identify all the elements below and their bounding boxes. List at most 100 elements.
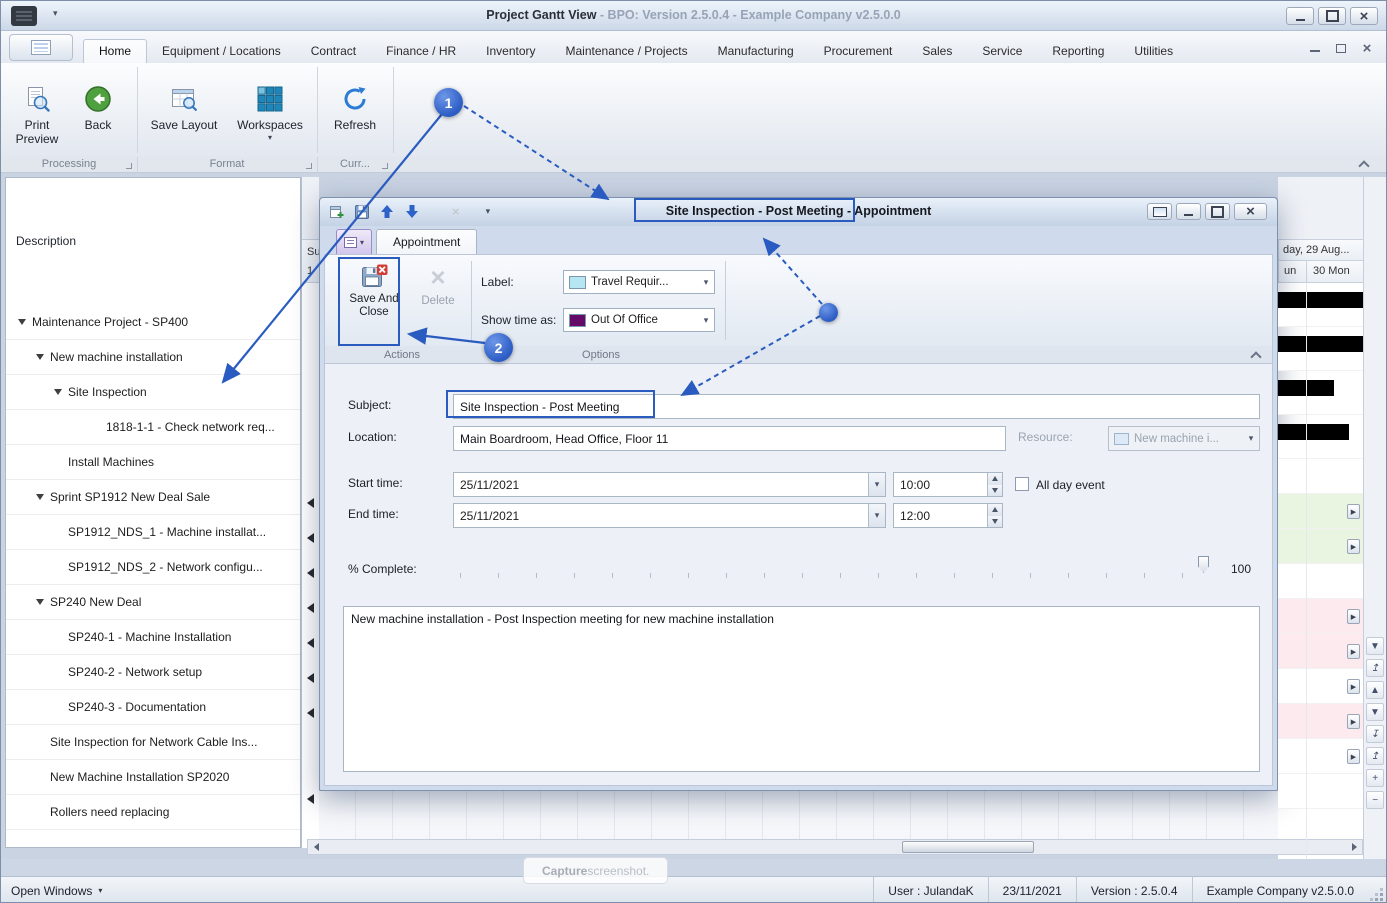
scroll-down-icon[interactable]: ▼ [1366, 637, 1384, 655]
label-select[interactable]: Travel Requir... [563, 270, 715, 294]
spin-up-icon[interactable] [988, 473, 1002, 485]
chevron-down-icon[interactable] [868, 504, 885, 527]
ribbon-tab[interactable]: Procurement [809, 39, 908, 63]
ribbon-tab[interactable]: Sales [907, 39, 967, 63]
expander-icon[interactable] [90, 420, 106, 434]
scroll-to-bar-button[interactable] [1347, 539, 1360, 554]
zoom-in-icon[interactable]: + [1366, 769, 1384, 787]
ribbon-tab[interactable]: Contract [296, 39, 371, 63]
refresh-button[interactable]: Refresh [323, 65, 387, 155]
dialog-minimize-button[interactable] [1176, 203, 1201, 220]
slider-thumb[interactable] [1198, 556, 1209, 573]
jump-top-icon[interactable]: ↥ [1366, 747, 1384, 765]
description-column-header[interactable]: Description [16, 234, 76, 248]
tree-item[interactable]: SP1912_NDS_1 - Machine installat... [6, 515, 300, 550]
ribbon-tab[interactable]: Service [967, 39, 1037, 63]
ribbon-tab[interactable]: Maintenance / Projects [551, 39, 703, 63]
expander-icon[interactable] [52, 665, 68, 679]
show-time-as-select[interactable]: Out Of Office [563, 308, 715, 332]
ribbon-tab[interactable]: Reporting [1037, 39, 1119, 63]
scroll-right-icon[interactable] [1346, 840, 1362, 854]
maximize-button[interactable] [1318, 7, 1346, 25]
spin-down-icon[interactable] [988, 515, 1002, 527]
tree-item[interactable]: SP240-3 - Documentation [6, 690, 300, 725]
tree-item[interactable]: Maintenance Project - SP400 [6, 305, 300, 340]
end-date-input[interactable]: 25/11/2021 [453, 503, 886, 528]
tree-item[interactable]: SP240-1 - Machine Installation [6, 620, 300, 655]
expander-icon[interactable] [52, 455, 68, 469]
expander-icon[interactable] [52, 385, 68, 399]
expander-icon[interactable] [52, 700, 68, 714]
save-and-close-button[interactable]: Save And Close [345, 260, 403, 344]
subject-input[interactable] [453, 394, 1260, 419]
scroll-to-bar-button[interactable] [1347, 749, 1360, 764]
jump-bottom-icon[interactable]: ↧ [1366, 725, 1384, 743]
end-time-input[interactable]: 12:00 [893, 503, 1003, 528]
tab-appointment[interactable]: Appointment [376, 229, 478, 254]
print-preview-button[interactable]: Print Preview [7, 65, 67, 155]
all-day-label[interactable]: All day event [1036, 478, 1105, 492]
spin-down-icon[interactable] [988, 484, 1002, 496]
ribbon-tab[interactable]: Manufacturing [703, 39, 809, 63]
percent-complete-slider[interactable] [458, 554, 1213, 582]
start-time-input[interactable]: 10:00 [893, 472, 1003, 497]
fullscreen-button[interactable] [1147, 203, 1172, 220]
all-day-checkbox[interactable] [1015, 477, 1029, 491]
scroll-to-bar-button[interactable] [1347, 644, 1360, 659]
location-input[interactable] [453, 426, 1006, 451]
mdi-close-icon[interactable] [1360, 41, 1374, 55]
notes-textarea[interactable]: New machine installation - Post Inspecti… [343, 606, 1260, 772]
ribbon-tab[interactable]: Home [83, 39, 148, 63]
expander-icon[interactable] [52, 560, 68, 574]
expander-icon[interactable] [34, 770, 50, 784]
expander-icon[interactable] [34, 805, 50, 819]
save-layout-button[interactable]: Save Layout [147, 65, 221, 155]
mdi-restore-icon[interactable] [1334, 41, 1348, 55]
start-date-input[interactable]: 25/11/2021 [453, 472, 886, 497]
mdi-minimize-icon[interactable] [1308, 41, 1322, 55]
time-spinner[interactable] [987, 504, 1002, 527]
expander-icon[interactable] [16, 315, 32, 329]
scroll-down-icon[interactable]: ▼ [1366, 703, 1384, 721]
collapse-ribbon-button[interactable] [1356, 158, 1372, 170]
ribbon-tab[interactable]: Equipment / Locations [147, 39, 296, 63]
expander-icon[interactable] [52, 525, 68, 539]
tree-item[interactable]: 1818-1-1 - Check network req... [6, 410, 300, 445]
expander-icon[interactable] [34, 350, 50, 364]
scroll-to-bar-button[interactable] [1347, 679, 1360, 694]
tree-item[interactable]: SP240-2 - Network setup [6, 655, 300, 690]
expander-icon[interactable] [34, 735, 50, 749]
tree-item[interactable]: New Machine Installation SP2020 [6, 760, 300, 795]
tree-item[interactable]: Site Inspection [6, 375, 300, 410]
scroll-to-bar-button[interactable] [1347, 714, 1360, 729]
scrollbar-thumb[interactable] [902, 841, 1034, 853]
collapse-ribbon-button[interactable] [1248, 349, 1264, 361]
application-menu-button[interactable] [9, 34, 73, 61]
time-spinner[interactable] [987, 473, 1002, 496]
gantt-horizontal-scrollbar[interactable] [307, 839, 1363, 855]
zoom-out-icon[interactable]: − [1366, 791, 1384, 809]
tree-item[interactable]: Site Inspection for Network Cable Ins... [6, 725, 300, 760]
tree-item[interactable]: New machine installation [6, 340, 300, 375]
ribbon-tab[interactable]: Finance / HR [371, 39, 471, 63]
expander-icon[interactable] [34, 595, 50, 609]
spin-up-icon[interactable] [988, 504, 1002, 516]
minimize-button[interactable] [1286, 7, 1314, 25]
scroll-to-bar-button[interactable] [1347, 504, 1360, 519]
dialog-close-button[interactable] [1234, 203, 1267, 220]
open-windows-button[interactable]: Open Windows [11, 884, 102, 898]
tree-item[interactable]: Rollers need replacing [6, 795, 300, 830]
tree-item[interactable]: SP1912_NDS_2 - Network configu... [6, 550, 300, 585]
back-button[interactable]: Back [71, 65, 125, 155]
scroll-to-bar-button[interactable] [1347, 609, 1360, 624]
expander-icon[interactable] [52, 630, 68, 644]
ribbon-tab[interactable]: Utilities [1119, 39, 1188, 63]
chevron-down-icon[interactable] [868, 473, 885, 496]
tree-item[interactable]: SP240 New Deal [6, 585, 300, 620]
close-button[interactable] [1350, 7, 1378, 25]
jump-top-icon[interactable]: ↥ [1366, 659, 1384, 677]
workspaces-button[interactable]: Workspaces [231, 65, 309, 155]
tree-item[interactable]: Sprint SP1912 New Deal Sale [6, 480, 300, 515]
ribbon-tab[interactable]: Inventory [471, 39, 550, 63]
expander-icon[interactable] [34, 490, 50, 504]
